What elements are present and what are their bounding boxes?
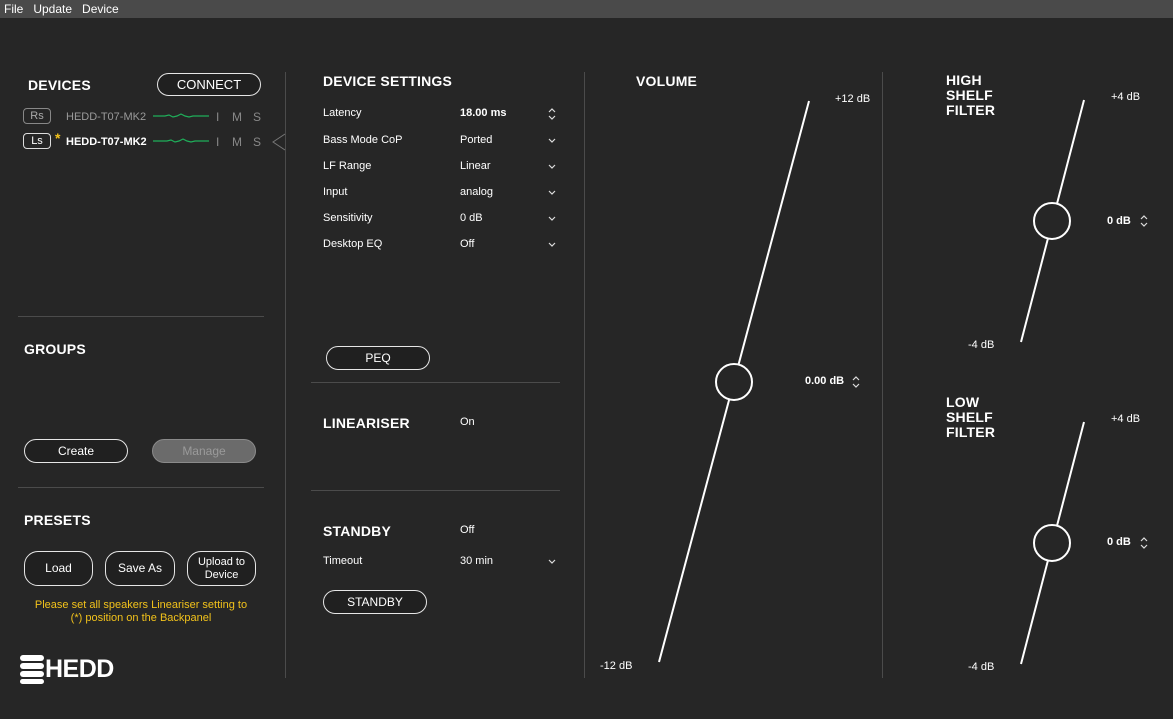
hedd-logo-text: HEDD [45, 654, 114, 683]
menu-device[interactable]: Device [78, 0, 125, 18]
lf-range-label: LF Range [323, 160, 372, 172]
input-flag[interactable]: I [216, 110, 219, 124]
latency-label: Latency [323, 107, 362, 119]
column-divider [882, 72, 883, 678]
mute-flag[interactable]: M [232, 135, 242, 149]
load-preset-button[interactable]: Load [24, 551, 93, 586]
low-shelf-min-label: -4 dB [968, 661, 995, 673]
latency-value[interactable]: 18.00 ms [460, 107, 506, 119]
solo-flag[interactable]: S [253, 110, 261, 124]
desktop-eq-label: Desktop EQ [323, 238, 383, 250]
low-shelf-slider[interactable] [1012, 418, 1092, 668]
devices-title: DEVICES [28, 77, 91, 93]
presets-title: PRESETS [24, 512, 91, 528]
groups-title: GROUPS [24, 341, 86, 357]
high-shelf-title-line2: SHELF [946, 87, 993, 103]
volume-slider-knob[interactable] [715, 363, 753, 401]
low-shelf-title-line2: SHELF [946, 409, 993, 425]
section-divider [18, 316, 264, 317]
sensitivity-value[interactable]: 0 dB [460, 212, 483, 224]
lineariser-title: LINEARISER [323, 415, 410, 431]
volume-stepper-icon[interactable] [851, 373, 861, 391]
menu-file[interactable]: File [0, 0, 29, 18]
volume-min-label: -12 dB [600, 660, 633, 672]
selection-pointer [272, 133, 286, 151]
section-divider [311, 490, 560, 491]
high-shelf-value[interactable]: 0 dB [1107, 215, 1131, 227]
device-name: HEDD-T07-MK2 [66, 136, 147, 148]
chevron-down-icon[interactable] [547, 137, 557, 145]
bass-mode-value[interactable]: Ported [460, 134, 492, 146]
device-settings-title: DEVICE SETTINGS [323, 73, 453, 89]
lineariser-value: On [460, 416, 475, 428]
peq-button[interactable]: PEQ [326, 346, 430, 370]
high-shelf-title: HIGH SHELF FILTER [946, 73, 995, 118]
high-shelf-min-label: -4 dB [968, 339, 995, 351]
input-label: Input [323, 186, 348, 198]
level-meter [153, 138, 209, 143]
chevron-down-icon[interactable] [547, 215, 557, 223]
high-shelf-stepper-icon[interactable] [1139, 212, 1149, 230]
connect-button[interactable]: CONNECT [157, 73, 261, 96]
menu-update[interactable]: Update [29, 0, 78, 18]
column-divider [285, 72, 286, 678]
save-as-preset-button[interactable]: Save As [105, 551, 175, 586]
lf-range-value[interactable]: Linear [460, 160, 491, 172]
bass-mode-label: Bass Mode CoP [323, 134, 403, 146]
mute-flag[interactable]: M [232, 110, 242, 124]
high-shelf-slider-knob[interactable] [1033, 202, 1071, 240]
timeout-value[interactable]: 30 min [460, 555, 493, 567]
star-marker: * [55, 130, 61, 146]
menu-bar: File Update Device [0, 0, 1173, 18]
low-shelf-title: LOW SHELF FILTER [946, 395, 995, 440]
solo-flag[interactable]: S [253, 135, 261, 149]
chevron-down-icon[interactable] [547, 189, 557, 197]
low-shelf-title-line3: FILTER [946, 424, 996, 440]
low-shelf-title-line1: LOW [946, 394, 980, 410]
column-divider [584, 72, 585, 678]
volume-title: VOLUME [636, 73, 698, 89]
section-divider [18, 487, 264, 488]
hedd-logo-icon [20, 655, 44, 684]
lineariser-warning: Please set all speakers Lineariser setti… [18, 599, 264, 625]
standby-value: Off [460, 524, 475, 536]
high-shelf-slider[interactable] [1012, 96, 1092, 346]
device-badge: Ls [23, 133, 51, 149]
manage-groups-button[interactable]: Manage [152, 439, 256, 463]
input-value[interactable]: analog [460, 186, 493, 198]
high-shelf-title-line1: HIGH [946, 72, 982, 88]
low-shelf-max-label: +4 dB [1111, 413, 1141, 425]
level-meter [153, 113, 209, 118]
low-shelf-slider-knob[interactable] [1033, 524, 1071, 562]
upload-label-line1: Upload to [197, 555, 246, 568]
standby-title: STANDBY [323, 523, 392, 539]
input-flag[interactable]: I [216, 135, 219, 149]
upload-to-device-button[interactable]: Upload to Device [187, 551, 256, 586]
sensitivity-label: Sensitivity [323, 212, 373, 224]
timeout-label: Timeout [323, 555, 363, 567]
high-shelf-max-label: +4 dB [1111, 91, 1141, 103]
chevron-down-icon[interactable] [547, 163, 557, 171]
chevron-down-icon[interactable] [547, 558, 557, 566]
hedd-logo: HEDD [20, 654, 114, 684]
section-divider [311, 382, 560, 383]
device-name: HEDD-T07-MK2 [66, 111, 147, 123]
warning-line2: (*) position on the Backpanel [70, 612, 212, 624]
standby-button[interactable]: STANDBY [323, 590, 427, 614]
latency-stepper-icon[interactable] [547, 105, 557, 123]
desktop-eq-value[interactable]: Off [460, 238, 474, 250]
low-shelf-value[interactable]: 0 dB [1107, 536, 1131, 548]
create-group-button[interactable]: Create [24, 439, 128, 463]
upload-label-line2: Device [204, 568, 239, 581]
low-shelf-stepper-icon[interactable] [1139, 534, 1149, 552]
warning-line1: Please set all speakers Lineariser setti… [34, 599, 248, 611]
device-badge: Rs [23, 108, 51, 124]
volume-value[interactable]: 0.00 dB [805, 375, 844, 387]
high-shelf-title-line3: FILTER [946, 102, 996, 118]
chevron-down-icon[interactable] [547, 241, 557, 249]
